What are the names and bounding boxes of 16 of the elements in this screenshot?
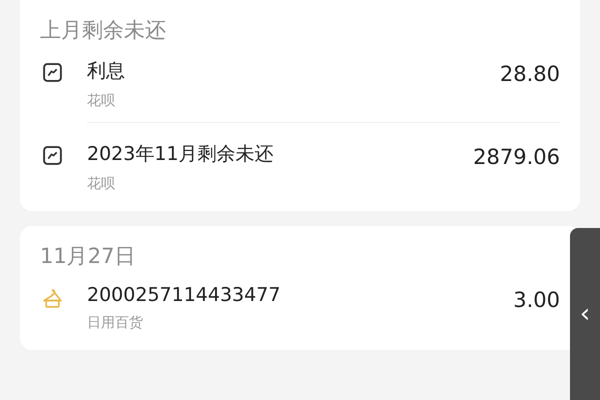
item-amount: 2879.06 (473, 145, 560, 169)
item-amount: 3.00 (513, 288, 560, 312)
item-title: 利息 (87, 59, 126, 84)
hanger-icon (42, 288, 63, 309)
item-category: 花呗 (87, 175, 116, 193)
side-tab[interactable]: ‹ (570, 228, 600, 400)
chart-icon (42, 62, 63, 83)
item-category: 花呗 (87, 92, 116, 110)
chart-icon (42, 145, 63, 166)
item-title: 2000257114433477 (87, 284, 282, 306)
item-title: 2023年11月剩余未还 (87, 142, 275, 167)
item-category: 日用百货 (87, 314, 144, 332)
chevron-icon: ‹ (580, 301, 590, 327)
item-amount: 28.80 (500, 62, 560, 86)
section-title: 上月剩余未还 (40, 17, 167, 44)
section-title: 11月27日 (40, 243, 136, 270)
